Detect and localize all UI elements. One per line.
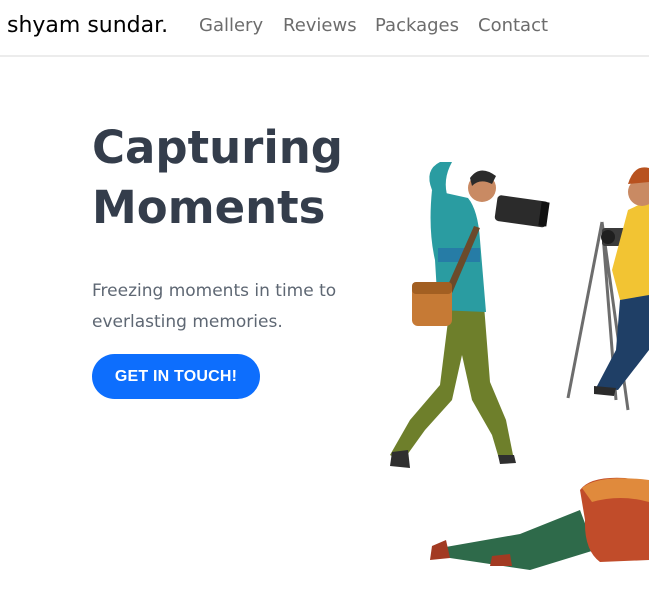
photographers-illustration: [390, 162, 649, 570]
hero-title: Capturing Moments: [92, 118, 392, 238]
tripod-photographer: [566, 167, 649, 411]
nav-link-contact[interactable]: Contact: [478, 15, 548, 36]
hero-description-line: Freezing moments in time to: [92, 281, 337, 301]
navbar: shyam sundar. Gallery Reviews Packages C…: [0, 0, 649, 57]
nav-link-gallery[interactable]: Gallery: [199, 15, 263, 36]
hero-description: Freezing moments in time to everlasting …: [92, 276, 354, 338]
brand-logo[interactable]: shyam sundar.: [7, 13, 168, 38]
nav-link-reviews[interactable]: Reviews: [283, 15, 357, 36]
get-in-touch-button[interactable]: GET IN TOUCH!: [92, 354, 260, 399]
hero-description-line: everlasting memories.: [92, 312, 283, 332]
hero-title-line: Capturing: [92, 121, 344, 174]
standing-photographer: [390, 162, 550, 468]
lying-photographer: [430, 477, 649, 570]
nav-link-packages[interactable]: Packages: [375, 15, 459, 36]
hero-title-line: Moments: [92, 181, 326, 234]
